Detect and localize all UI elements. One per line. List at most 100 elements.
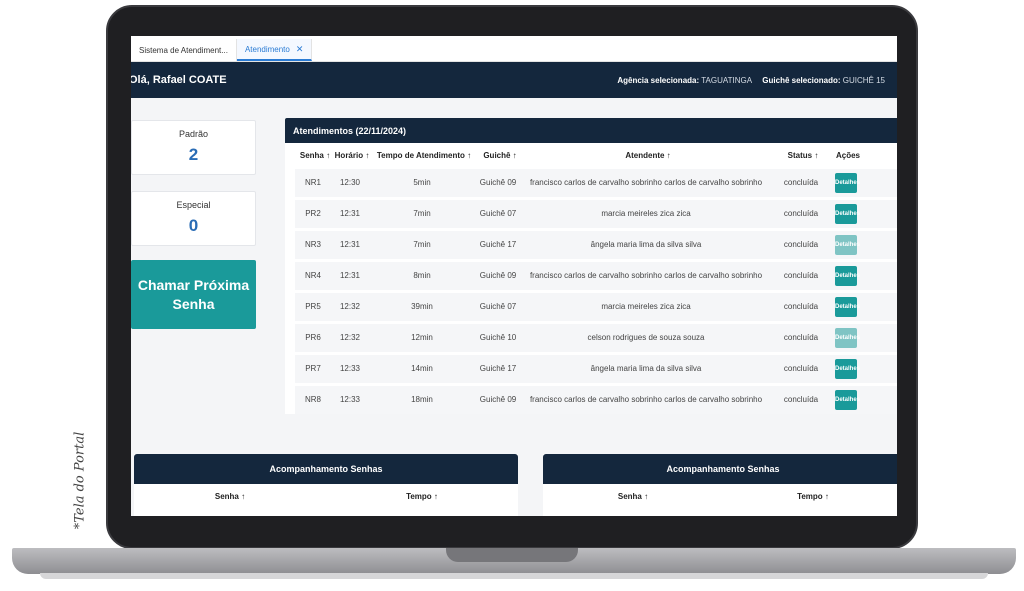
cell-senha: NR3 (304, 240, 321, 249)
col-guiche[interactable]: Guichê ↑ (477, 151, 523, 161)
cell-status: concluída (783, 364, 819, 373)
table-title: Atendimentos (22/11/2024) (285, 118, 897, 143)
cell-status: concluída (783, 333, 819, 342)
close-icon[interactable]: ✕ (296, 44, 304, 55)
laptop-mockup: *Tela do Portal Sistema de Atendiment...… (0, 0, 1024, 591)
agency-info: Agência selecionada: TAGUATINGA Guichê s… (617, 75, 885, 85)
greeting: Olá, Rafael COATE (131, 74, 227, 86)
cell-horario: 12:33 (339, 395, 361, 404)
cell-tempo: 12min (411, 333, 433, 342)
cell-atendente: ângela maria lima da silva silva (590, 364, 702, 373)
queue-count: 0 (188, 216, 199, 235)
cell-guiche: Guichê 09 (479, 395, 517, 404)
cell-status: concluída (783, 178, 819, 187)
cell-status: concluída (783, 302, 819, 311)
cell-senha: PR6 (305, 333, 321, 342)
table-row: NR8 12:33 18min Guichê 09 francisco carlos d… (295, 386, 897, 414)
cell-status: concluída (783, 209, 819, 218)
cell-actions: Detalhes (831, 235, 861, 255)
laptop-notch (446, 548, 578, 562)
col-senha[interactable]: Senha ↑ (134, 492, 326, 501)
details-button[interactable]: Detalhes (835, 297, 860, 317)
queue-card-padrao: Padrão 2 (131, 120, 256, 175)
cell-guiche: Guichê 10 (479, 333, 517, 342)
cell-tempo: 18min (411, 395, 433, 404)
queue-card-especial: Especial 0 (131, 191, 256, 246)
details-button[interactable]: Detalhes (835, 173, 860, 193)
laptop-base-shadow (40, 573, 988, 579)
cell-tempo: 8min (413, 271, 431, 280)
table-row: NR1 12:30 5min Guichê 09 francisco carlos de… (295, 169, 897, 197)
col-status[interactable]: Status ↑ (773, 151, 833, 161)
cell-guiche: Guichê 17 (479, 240, 517, 249)
cell-tempo: 7min (413, 209, 431, 218)
details-button[interactable]: Detalhes (835, 328, 860, 348)
cell-tempo: 5min (413, 178, 431, 187)
cell-horario: 12:30 (339, 178, 361, 187)
tracking-panel-left: Acompanhamento Senhas Senha ↑ Tempo ↑ (134, 454, 518, 516)
screen: Sistema de Atendiment... Atendimento ✕ O… (131, 36, 897, 516)
tracking-panel-right: Acompanhamento Senhas Senha ↑ Tempo ↑ (543, 454, 897, 516)
col-atendente[interactable]: Atendente ↑ (523, 151, 773, 161)
details-button[interactable]: Detalhes (835, 359, 860, 379)
cell-actions: Detalhes (831, 390, 861, 410)
cell-horario: 12:31 (339, 209, 361, 218)
cell-horario: 12:33 (339, 364, 361, 373)
cell-senha: PR2 (305, 209, 321, 218)
col-horario[interactable]: Horário ↑ (333, 151, 371, 161)
side-caption: *Tela do Portal (72, 431, 88, 529)
cell-horario: 12:32 (339, 302, 361, 311)
cell-status: concluída (783, 271, 819, 280)
cell-guiche: Guichê 07 (479, 209, 517, 218)
col-acoes: Ações (835, 151, 860, 160)
tab-sistema[interactable]: Sistema de Atendiment... (131, 39, 237, 61)
cell-tempo: 7min (413, 240, 431, 249)
cell-horario: 12:32 (339, 333, 361, 342)
queue-count: 2 (188, 145, 199, 164)
table-header: Senha ↑ Horário ↑ Tempo de Atendimento ↑… (285, 143, 897, 169)
cell-senha: NR8 (304, 395, 321, 404)
cell-actions: Detalhes (831, 173, 861, 193)
cell-atendente: marcia meireles zica zica (601, 302, 691, 311)
cell-atendente: francisco carlos de carvalho sobrinho ca… (529, 271, 763, 280)
details-button[interactable]: Detalhes (835, 235, 860, 255)
cell-atendente: francisco carlos de carvalho sobrinho ca… (529, 178, 763, 187)
app-header: Olá, Rafael COATE Agência selecionada: T… (131, 62, 897, 98)
table-row: NR3 12:31 7min Guichê 17 ângela maria lima d… (295, 231, 897, 259)
col-tempo[interactable]: Tempo de Atendimento ↑ (371, 151, 477, 161)
cell-tempo: 14min (411, 364, 433, 373)
details-button[interactable]: Detalhes (835, 204, 860, 224)
cell-senha: NR1 (304, 178, 321, 187)
cell-guiche: Guichê 09 (479, 178, 517, 187)
cell-atendente: marcia meireles zica zica (601, 209, 691, 218)
cell-atendente: francisco carlos de carvalho sobrinho ca… (529, 395, 763, 404)
details-button[interactable]: Detalhes (835, 390, 860, 410)
table-row: NR4 12:31 8min Guichê 09 francisco carlos de… (295, 262, 897, 290)
cell-status: concluída (783, 395, 819, 404)
table-row: PR5 12:32 39min Guichê 07 marcia meireles zi… (295, 293, 897, 321)
cell-horario: 12:31 (339, 240, 361, 249)
col-tempo[interactable]: Tempo ↑ (723, 492, 897, 501)
cell-actions: Detalhes (831, 266, 861, 286)
col-senha[interactable]: Senha ↑ (297, 151, 333, 161)
tab-atendimento[interactable]: Atendimento ✕ (236, 39, 313, 61)
col-senha[interactable]: Senha ↑ (543, 492, 723, 501)
table-row: PR6 12:32 12min Guichê 10 celson rodrigues d… (295, 324, 897, 352)
cell-senha: PR5 (305, 302, 321, 311)
cell-actions: Detalhes (831, 297, 861, 317)
browser-tabbar: Sistema de Atendiment... Atendimento ✕ (131, 36, 897, 62)
call-next-button[interactable]: Chamar Próxima Senha (131, 260, 256, 329)
attendance-table-panel: Atendimentos (22/11/2024) Senha ↑ Horári… (285, 118, 897, 414)
cell-tempo: 39min (411, 302, 433, 311)
cell-atendente: ângela maria lima da silva silva (590, 240, 702, 249)
cell-guiche: Guichê 09 (479, 271, 517, 280)
table-row: PR7 12:33 14min Guichê 17 ângela maria lima … (295, 355, 897, 383)
cell-horario: 12:31 (339, 271, 361, 280)
cell-senha: NR4 (304, 271, 321, 280)
details-button[interactable]: Detalhes (835, 266, 860, 286)
table-body: NR1 12:30 5min Guichê 09 francisco carlos de… (285, 169, 897, 414)
col-tempo[interactable]: Tempo ↑ (326, 492, 518, 501)
cell-guiche: Guichê 07 (479, 302, 517, 311)
cell-status: concluída (783, 240, 819, 249)
cell-actions: Detalhes (831, 359, 861, 379)
